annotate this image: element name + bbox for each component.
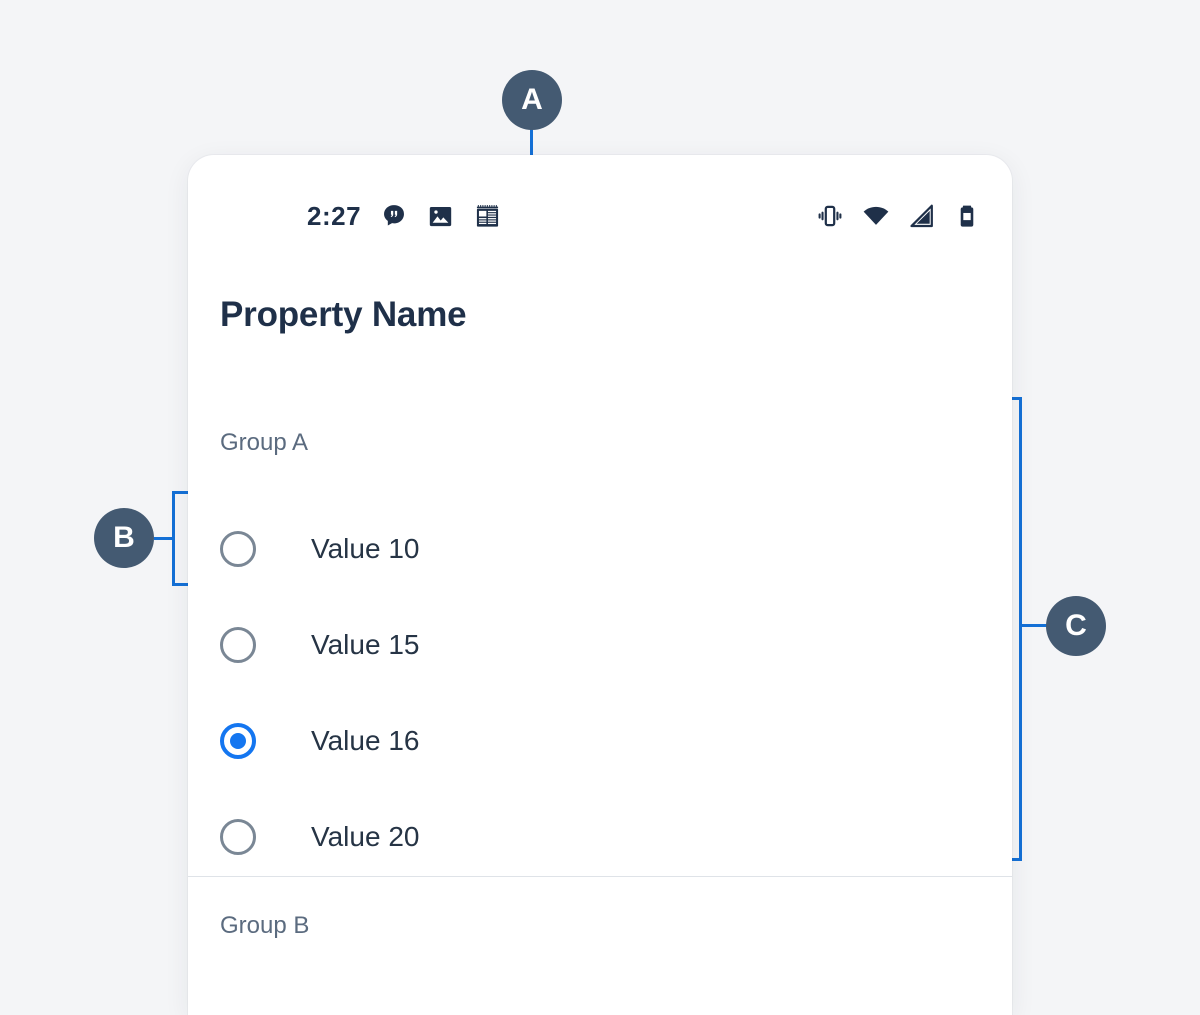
group-label-b: Group B (220, 912, 310, 939)
radio-group-a: Value 10 Value 15 Value 16 Value 20 (188, 501, 1012, 885)
annotated-spec-canvas: 2:27 Property Name Group A Value 10 Valu… (0, 0, 1200, 1015)
chat-bubble-icon (381, 203, 407, 229)
cellular-signal-icon (908, 202, 936, 230)
annotation-leader-a (530, 128, 533, 156)
radio-button-icon[interactable] (220, 627, 256, 663)
phone-screen-card: 2:27 Property Name Group A Value 10 Valu… (188, 155, 1012, 1015)
vibrate-icon (816, 202, 844, 230)
status-bar-right-cluster (816, 202, 980, 230)
radio-option-row[interactable]: Value 10 (188, 501, 1012, 597)
annotation-bracket-c-spine (1019, 397, 1022, 861)
radio-button-selected-icon[interactable] (220, 723, 256, 759)
image-icon (427, 203, 454, 230)
radio-option-row[interactable]: Value 20 (188, 789, 1012, 885)
status-bar: 2:27 (188, 193, 1012, 239)
annotation-leader-c (1019, 624, 1047, 627)
radio-option-label: Value 20 (311, 821, 420, 852)
group-divider (188, 876, 1012, 877)
radio-option-label: Value 10 (311, 533, 420, 564)
wifi-icon (862, 202, 890, 230)
group-label-a: Group A (220, 429, 309, 456)
status-bar-clock: 2:27 (307, 201, 362, 231)
radio-option-label: Value 16 (311, 725, 420, 756)
page-title: Property Name (220, 295, 467, 334)
annotation-marker-b: B (94, 508, 154, 568)
annotation-marker-a: A (502, 70, 562, 130)
battery-icon (954, 203, 980, 229)
radio-option-row-selected[interactable]: Value 16 (188, 693, 1012, 789)
news-article-icon (474, 203, 501, 230)
annotation-leader-b (154, 537, 173, 540)
radio-button-icon[interactable] (220, 531, 256, 567)
radio-button-icon[interactable] (220, 819, 256, 855)
radio-option-row[interactable]: Value 15 (188, 597, 1012, 693)
annotation-marker-c: C (1046, 596, 1106, 656)
status-bar-left-cluster: 2:27 (307, 203, 501, 230)
radio-option-label: Value 15 (311, 629, 420, 660)
